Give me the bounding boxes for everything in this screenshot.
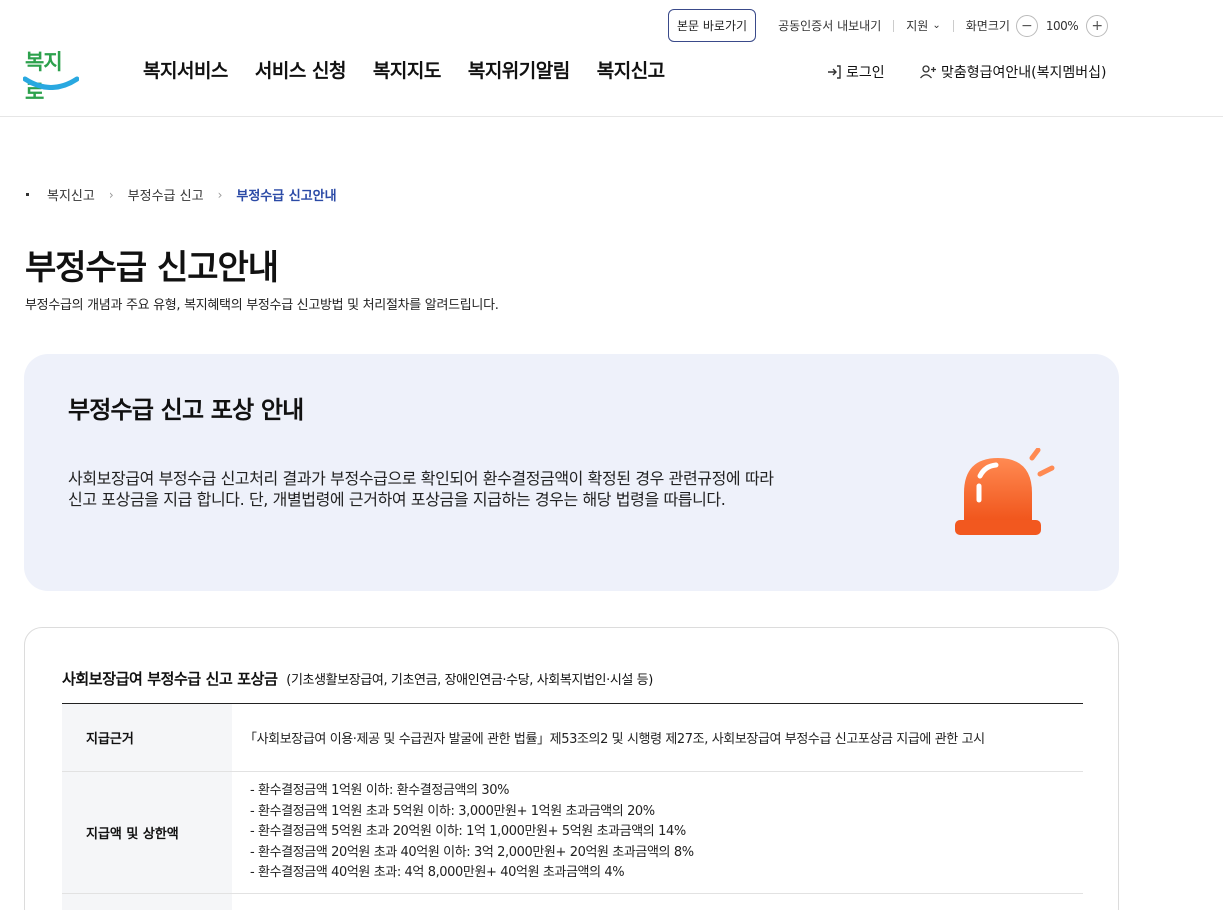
nav-welfare-report[interactable]: 복지신고 <box>597 56 665 83</box>
breadcrumb-welfare-report[interactable]: 복지신고 <box>47 185 95 204</box>
reward-table-subtitle: (기초생활보장급여, 기초연금, 장애인연금·수당, 사회복지법인·시설 등) <box>286 673 653 688</box>
amount-line: - 환수결정금액 20억원 초과 40억원 이하: 3억 2,000만원+ 20… <box>250 844 694 860</box>
basis-text: 「사회보장급여 이용·제공 및 수급권자 발굴에 관한 법률」제53조의2 및 … <box>244 732 985 747</box>
chevron-down-icon: ⌄ <box>932 20 941 31</box>
table-row: 지급액 및 상한액 - 환수결정금액 1억원 이하: 환수결정금액의 30% -… <box>62 772 1083 894</box>
membership-label: 맞춤형급여안내(복지멤버십) <box>941 65 1107 81</box>
breadcrumb-current: 부정수급 신고안내 <box>236 189 337 204</box>
support-dropdown[interactable]: 지원 ⌄ <box>906 17 940 34</box>
amount-line: - 환수결정금액 1억원 초과 5억원 이하: 3,000만원+ 1억원 초과금… <box>250 803 655 819</box>
main-navigation: 복지서비스 서비스 신청 복지지도 복지위기알림 복지신고 <box>143 56 692 83</box>
breadcrumb: 복지신고 › 부정수급 신고 › 부정수급 신고안내 <box>26 185 337 204</box>
logo-smile-icon <box>23 76 79 90</box>
utility-bar: 본문 바로가기 공동인증서 내보내기 지원 ⌄ 화면크기 − 100% + <box>668 9 1109 42</box>
banner-text-line: 사회보장급여 부정수급 신고처리 결과가 부정수급으로 확인되어 환수결정금액이… <box>68 469 774 488</box>
zoom-out-button[interactable]: − <box>1015 14 1038 37</box>
plus-icon: + <box>1091 17 1104 34</box>
zoom-in-button[interactable]: + <box>1086 14 1109 37</box>
home-bullet-icon <box>26 193 29 196</box>
cert-export-link[interactable]: 공동인증서 내보내기 <box>778 17 881 34</box>
chevron-right-icon: › <box>108 187 114 202</box>
page-description: 부정수급의 개념과 주요 유형, 복지혜택의 부정수급 신고방법 및 처리절차를… <box>25 298 499 313</box>
membership-link[interactable]: 맞춤형급여안내(복지멤버십) <box>919 62 1106 82</box>
page-title: 부정수급 신고안내 <box>25 248 279 288</box>
table-row <box>62 894 1083 910</box>
support-label: 지원 <box>906 19 929 33</box>
siren-icon <box>955 448 1055 535</box>
reward-table-title: 사회보장급여 부정수급 신고 포상금 (기초생활보장급여, 기초연금, 장애인연… <box>62 668 653 689</box>
amount-line: - 환수결정금액 40억원 초과: 4억 8,000만원+ 40억원 초과금액의… <box>250 865 625 881</box>
nav-welfare-map[interactable]: 복지지도 <box>373 56 441 83</box>
user-plus-icon <box>920 65 936 79</box>
banner-title: 부정수급 신고 포상 안내 <box>68 396 304 424</box>
row-value-basis: 「사회보장급여 이용·제공 및 수급권자 발굴에 관한 법률」제53조의2 및 … <box>232 704 1083 771</box>
divider <box>952 19 954 32</box>
reward-info-card: 사회보장급여 부정수급 신고 포상금 (기초생활보장급여, 기초연금, 장애인연… <box>24 627 1119 910</box>
site-header: 복지로 본문 바로가기 공동인증서 내보내기 지원 ⌄ 화면크기 − 100% … <box>0 0 1223 117</box>
skip-to-content-button[interactable]: 본문 바로가기 <box>668 9 757 42</box>
site-logo[interactable]: 복지로 <box>23 46 79 104</box>
amount-line: - 환수결정금액 5억원 초과 20억원 이하: 1억 1,000만원+ 5억원… <box>250 824 686 840</box>
login-link[interactable]: 로그인 <box>826 62 885 82</box>
zoom-label: 화면크기 <box>965 19 1010 33</box>
nav-service-application[interactable]: 서비스 신청 <box>255 56 347 83</box>
row-value-empty <box>232 894 1083 910</box>
banner-text: 사회보장급여 부정수급 신고처리 결과가 부정수급으로 확인되어 환수결정금액이… <box>68 468 868 510</box>
chevron-right-icon: › <box>217 187 223 202</box>
reward-table: 지급근거 「사회보장급여 이용·제공 및 수급권자 발굴에 관한 법률」제53조… <box>62 703 1083 910</box>
minus-icon: − <box>1021 17 1033 34</box>
row-header-amount: 지급액 및 상한액 <box>62 772 232 893</box>
breadcrumb-fraud-report[interactable]: 부정수급 신고 <box>128 185 204 204</box>
divider <box>893 19 895 32</box>
nav-crisis-alert[interactable]: 복지위기알림 <box>468 56 570 83</box>
row-value-amount: - 환수결정금액 1억원 이하: 환수결정금액의 30% - 환수결정금액 1억… <box>232 772 1083 893</box>
reward-table-title-text: 사회보장급여 부정수급 신고 포상금 <box>62 670 278 688</box>
row-header-basis: 지급근거 <box>62 704 232 771</box>
login-icon <box>828 65 841 79</box>
row-header-empty <box>62 894 232 910</box>
reward-banner: 부정수급 신고 포상 안내 사회보장급여 부정수급 신고처리 결과가 부정수급으… <box>24 354 1119 591</box>
banner-text-line: 신고 포상금을 지급 합니다. 단, 개별법령에 근거하여 포상금을 지급하는 … <box>68 490 726 509</box>
nav-welfare-services[interactable]: 복지서비스 <box>143 56 228 83</box>
amount-line: - 환수결정금액 1억원 이하: 환수결정금액의 30% <box>250 783 510 799</box>
login-label: 로그인 <box>846 65 885 81</box>
table-row: 지급근거 「사회보장급여 이용·제공 및 수급권자 발굴에 관한 법률」제53조… <box>62 704 1083 772</box>
zoom-value: 100% <box>1045 18 1079 33</box>
